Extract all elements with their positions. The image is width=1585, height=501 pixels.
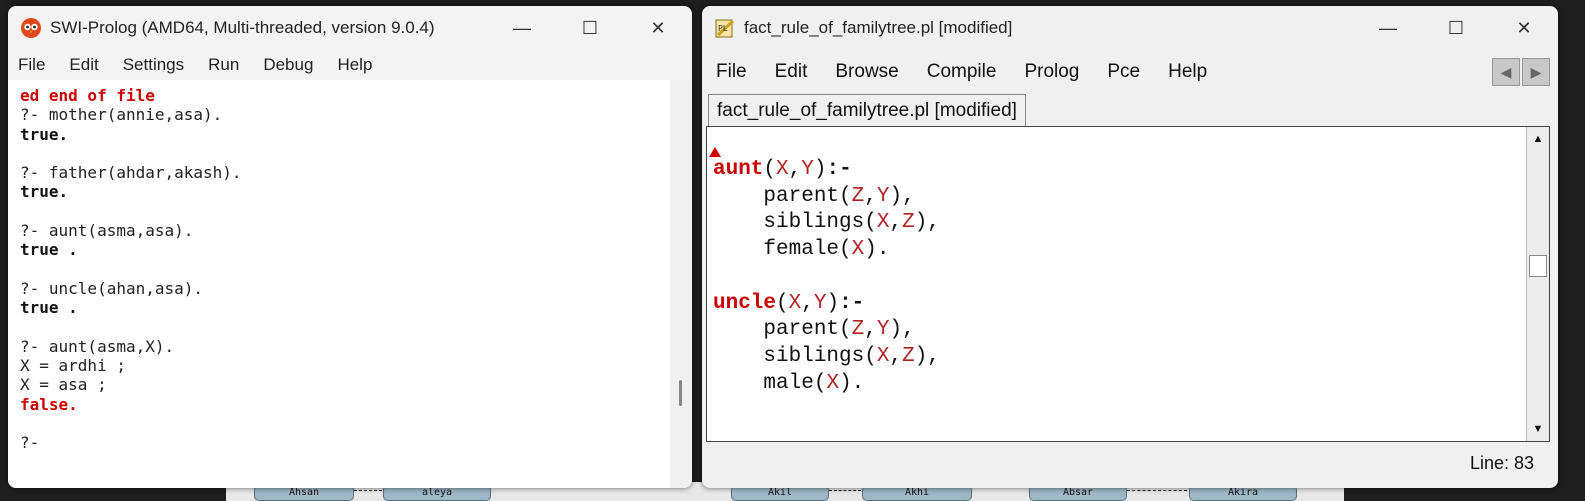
variable: Z [851, 184, 865, 208]
console-result: false. [20, 394, 78, 414]
maximize-icon[interactable]: ☐ [1422, 6, 1490, 50]
scrollbar-thumb[interactable] [1529, 255, 1547, 277]
variable: X [876, 211, 890, 235]
maximize-icon[interactable]: ☐ [556, 6, 624, 50]
console-scrollbar[interactable] [670, 80, 692, 488]
console-query: ?- aunt(asma,X). [20, 336, 175, 356]
menu-file[interactable]: File [716, 61, 747, 83]
scroll-up-icon[interactable]: ▲ [1527, 129, 1549, 149]
scroll-down-icon[interactable]: ▼ [1527, 419, 1549, 439]
editor-scrollbar[interactable]: ▲ ▼ [1526, 127, 1549, 441]
nav-arrows: ◀ ▶ [1492, 58, 1550, 86]
swi-prolog-owl-icon [20, 17, 42, 39]
goal: siblings [763, 211, 865, 235]
console-query: ?- aunt(asma,asa). [20, 221, 194, 241]
variable: Z [902, 211, 915, 235]
variable: Z [851, 318, 865, 342]
variable: Y [876, 318, 890, 342]
menu-bar: File Edit Settings Run Debug Help [8, 50, 692, 80]
rule-head: aunt [713, 158, 764, 181]
goal: female [763, 238, 840, 262]
rule-head: uncle [713, 291, 777, 315]
menu-help[interactable]: Help [337, 55, 372, 75]
console-answer: X = ardhi ; [20, 356, 126, 376]
console-result: true . [20, 298, 78, 318]
menu-pce[interactable]: Pce [1107, 61, 1140, 83]
variable: X [788, 291, 802, 315]
console-prompt[interactable]: ?- [20, 433, 39, 452]
swi-prolog-console-window: SWI-Prolog (AMD64, Multi-threaded, versi… [8, 6, 692, 488]
minimize-icon[interactable]: — [488, 6, 556, 50]
scrollbar-thumb[interactable] [679, 380, 682, 406]
window-title: SWI-Prolog (AMD64, Multi-threaded, versi… [50, 18, 435, 37]
goal: siblings [763, 344, 865, 368]
window-title: fact_rule_of_familytree.pl [modified] [744, 18, 1013, 37]
variable: X [851, 238, 865, 262]
diagram-link [829, 490, 861, 491]
code-text[interactable]: aunt(X,Y):- parent(Z,Y), siblings(X,Z), … [713, 157, 940, 397]
svg-text:PL: PL [718, 24, 728, 33]
menu-prolog[interactable]: Prolog [1024, 61, 1079, 83]
error-marker-icon [709, 147, 721, 157]
console-answer: X = asa ; [20, 375, 107, 395]
status-line: Line: 83 [1469, 453, 1534, 473]
variable: X [876, 344, 890, 368]
tab-file[interactable]: fact_rule_of_familytree.pl [modified] [708, 94, 1026, 127]
back-arrow-icon[interactable]: ◀ [1492, 58, 1520, 86]
console-result: true . [20, 240, 78, 260]
variable: Z [902, 344, 915, 368]
console-line: ed end of file [20, 86, 155, 105]
variable: X [776, 158, 789, 181]
variable: Y [876, 184, 890, 208]
close-icon[interactable]: ✕ [624, 6, 692, 50]
pl-file-icon: PL [714, 17, 736, 39]
console-output[interactable]: ed end of file ?- mother(annie,asa). tru… [8, 80, 670, 488]
console-result: true. [20, 182, 69, 202]
menu-settings[interactable]: Settings [123, 55, 184, 75]
diagram-link [1127, 490, 1187, 491]
menu-debug[interactable]: Debug [263, 55, 313, 75]
pce-emacs-editor-window: PL fact_rule_of_familytree.pl [modified]… [702, 6, 1558, 488]
console-result: true. [20, 124, 69, 144]
menu-bar: File Edit Browse Compile Prolog Pce Help [702, 50, 1558, 94]
goal: male [763, 371, 814, 395]
goal: parent [763, 318, 840, 342]
console-query: ?- father(ahdar,akash). [20, 163, 242, 183]
diagram-link [354, 490, 382, 491]
menu-edit[interactable]: Edit [69, 55, 98, 75]
menu-browse[interactable]: Browse [835, 61, 898, 83]
menu-compile[interactable]: Compile [927, 61, 997, 83]
minimize-icon[interactable]: — [1354, 6, 1422, 50]
variable: X [826, 371, 840, 395]
console-query: ?- uncle(ahan,asa). [20, 278, 204, 298]
variable: Y [801, 158, 814, 181]
code-editor[interactable]: aunt(X,Y):- parent(Z,Y), siblings(X,Z), … [706, 126, 1550, 442]
menu-run[interactable]: Run [208, 55, 239, 75]
goal: parent [763, 184, 840, 208]
variable: Y [813, 291, 827, 315]
menu-edit[interactable]: Edit [775, 61, 808, 83]
close-icon[interactable]: ✕ [1490, 6, 1558, 50]
console-query: ?- mother(annie,asa). [20, 105, 223, 125]
menu-help[interactable]: Help [1168, 61, 1207, 83]
menu-file[interactable]: File [18, 55, 45, 75]
forward-arrow-icon[interactable]: ▶ [1522, 58, 1550, 86]
